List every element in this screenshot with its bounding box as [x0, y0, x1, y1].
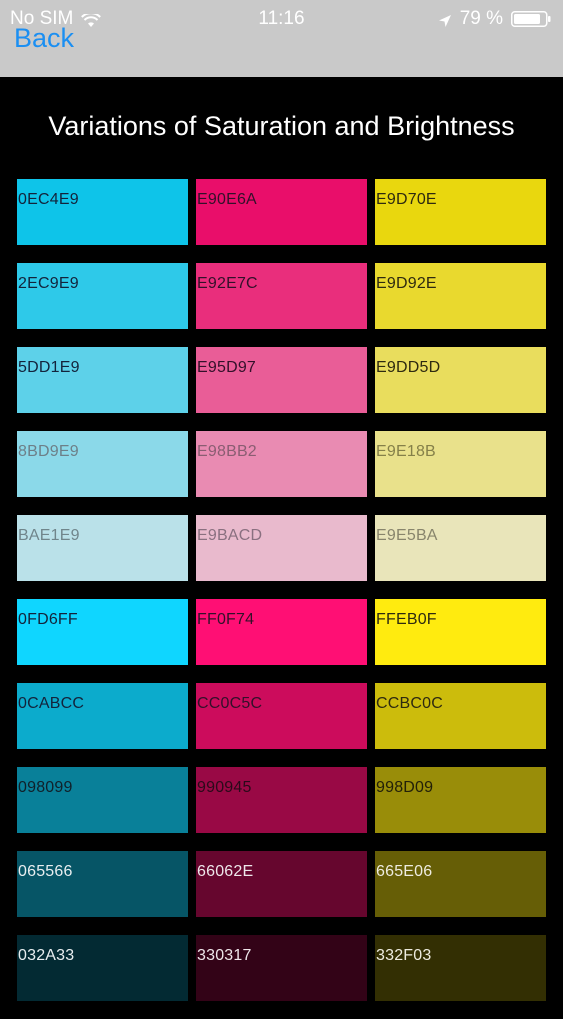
color-swatch[interactable]: 0CABCC: [17, 683, 188, 749]
swatch-hex-label: FF0F74: [197, 611, 255, 628]
swatch-hex-label: 0CABCC: [18, 695, 85, 712]
swatch-hex-label: 098099: [18, 779, 73, 796]
swatch-row: 2EC9E9 E92E7C E9D92E: [17, 263, 547, 329]
swatch-hex-label: 0FD6FF: [18, 611, 78, 628]
location-arrow-icon: [438, 12, 452, 27]
swatch-row: 098099 990945 998D09: [17, 767, 547, 833]
swatch-hex-label: E9D70E: [376, 191, 437, 208]
swatch-hex-label: FFEB0F: [376, 611, 437, 628]
swatch-row: 5DD1E9 E95D97 E9DD5D: [17, 347, 547, 413]
swatch-row: 032A33 330317 332F03: [17, 935, 547, 1001]
swatch-hex-label: E90E6A: [197, 191, 257, 208]
swatch-hex-label: 332F03: [376, 947, 432, 964]
color-swatch[interactable]: E9D92E: [375, 263, 546, 329]
swatch-hex-label: E9DD5D: [376, 359, 441, 376]
swatch-grid: 0EC4E9 E90E6A E9D70E 2EC9E9 E92E7C E9D92E 5DD1…: [17, 179, 547, 1019]
battery-icon: [511, 11, 551, 27]
color-swatch[interactable]: E95D97: [196, 347, 367, 413]
swatch-hex-label: 065566: [18, 863, 73, 880]
swatch-row: BAE1E9 E9BACD E9E5BA: [17, 515, 547, 581]
swatch-hex-label: 665E06: [376, 863, 433, 880]
color-swatch[interactable]: 990945: [196, 767, 367, 833]
color-swatch[interactable]: 0FD6FF: [17, 599, 188, 665]
right-status-group: 79 %: [438, 8, 551, 30]
swatch-hex-label: E9D92E: [376, 275, 437, 292]
swatch-hex-label: 66062E: [197, 863, 254, 880]
swatch-row: 0CABCC CC0C5C CCBC0C: [17, 683, 547, 749]
color-swatch[interactable]: FFEB0F: [375, 599, 546, 665]
swatch-hex-label: 2EC9E9: [18, 275, 79, 292]
navigation-bar: No SIM 11:16 79 % Back: [0, 0, 563, 77]
swatch-hex-label: E92E7C: [197, 275, 258, 292]
color-swatch[interactable]: 065566: [17, 851, 188, 917]
color-swatch[interactable]: 330317: [196, 935, 367, 1001]
status-bar: No SIM 11:16 79 %: [0, 0, 563, 36]
swatch-hex-label: CC0C5C: [197, 695, 263, 712]
swatch-row: 0FD6FF FF0F74 FFEB0F: [17, 599, 547, 665]
swatch-hex-label: E98BB2: [197, 443, 257, 460]
color-swatch[interactable]: 998D09: [375, 767, 546, 833]
color-swatch[interactable]: CC0C5C: [196, 683, 367, 749]
color-swatch[interactable]: E98BB2: [196, 431, 367, 497]
color-swatch[interactable]: 5DD1E9: [17, 347, 188, 413]
color-swatch[interactable]: 332F03: [375, 935, 546, 1001]
swatch-row: 8BD9E9 E98BB2 E9E18B: [17, 431, 547, 497]
swatch-hex-label: CCBC0C: [376, 695, 443, 712]
color-swatch[interactable]: E9E18B: [375, 431, 546, 497]
swatch-hex-label: 998D09: [376, 779, 434, 796]
back-button[interactable]: Back: [14, 23, 74, 54]
color-swatch[interactable]: 665E06: [375, 851, 546, 917]
color-swatch[interactable]: CCBC0C: [375, 683, 546, 749]
color-swatch[interactable]: 0EC4E9: [17, 179, 188, 245]
swatch-hex-label: 990945: [197, 779, 252, 796]
color-swatch[interactable]: 2EC9E9: [17, 263, 188, 329]
page-title: Variations of Saturation and Brightness: [48, 111, 515, 141]
swatch-hex-label: 8BD9E9: [18, 443, 79, 460]
swatch-hex-label: 5DD1E9: [18, 359, 80, 376]
swatch-hex-label: E9E18B: [376, 443, 436, 460]
color-swatch[interactable]: E9E5BA: [375, 515, 546, 581]
swatch-hex-label: E95D97: [197, 359, 257, 376]
swatch-hex-label: 330317: [197, 947, 252, 964]
color-swatch[interactable]: 032A33: [17, 935, 188, 1001]
color-swatch[interactable]: BAE1E9: [17, 515, 188, 581]
color-swatch[interactable]: 66062E: [196, 851, 367, 917]
swatch-hex-label: E9BACD: [197, 527, 263, 544]
swatch-hex-label: 032A33: [18, 947, 75, 964]
swatch-hex-label: 0EC4E9: [18, 191, 79, 208]
color-swatch[interactable]: 098099: [17, 767, 188, 833]
swatch-hex-label: BAE1E9: [18, 527, 80, 544]
color-swatch[interactable]: 8BD9E9: [17, 431, 188, 497]
battery-percent: 79 %: [459, 8, 503, 29]
color-swatch[interactable]: FF0F74: [196, 599, 367, 665]
color-swatch[interactable]: E92E7C: [196, 263, 367, 329]
swatch-row: 065566 66062E 665E06: [17, 851, 547, 917]
swatch-row: 0EC4E9 E90E6A E9D70E: [17, 179, 547, 245]
color-swatch[interactable]: E9BACD: [196, 515, 367, 581]
swatch-hex-label: E9E5BA: [376, 527, 438, 544]
color-swatch[interactable]: E90E6A: [196, 179, 367, 245]
color-swatch[interactable]: E9D70E: [375, 179, 546, 245]
color-swatch[interactable]: E9DD5D: [375, 347, 546, 413]
